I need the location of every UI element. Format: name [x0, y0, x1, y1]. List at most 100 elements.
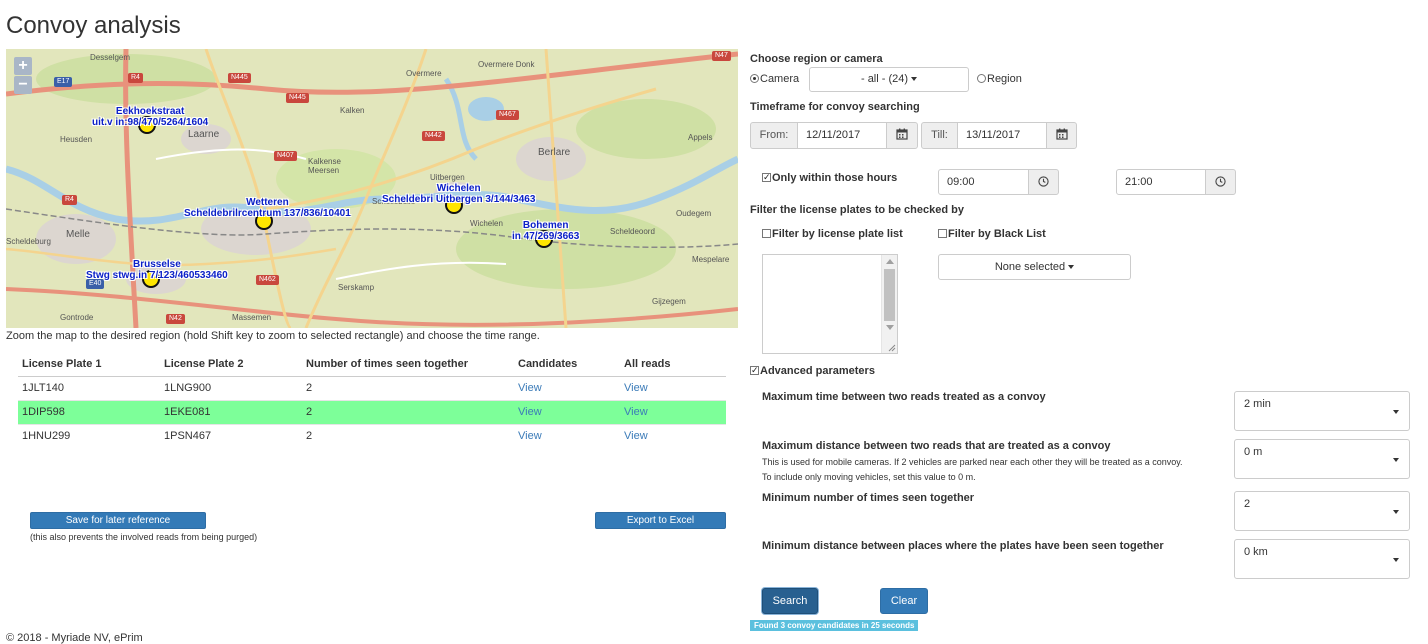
place-label: Uitbergen	[430, 173, 465, 182]
hour-to-clock-button[interactable]	[1205, 169, 1236, 195]
camera-label[interactable]: Eekhoekstraat uit.v in:98/470/5264/1604	[92, 106, 208, 128]
status-badge: Found 3 convoy candidates in 25 seconds	[750, 620, 919, 631]
place-label: Massemen	[232, 313, 272, 322]
table-row[interactable]: 1DIP598 1EKE081 2 View View	[18, 399, 726, 424]
max-distance-select[interactable]: 0 m	[1234, 439, 1410, 479]
map-view[interactable]: + − Desselgem Overmere Overmere Donk Kal…	[6, 49, 738, 328]
min-times-select[interactable]: 2	[1234, 491, 1410, 531]
caret-down-icon	[1393, 458, 1399, 462]
resize-handle-icon[interactable]	[888, 344, 896, 352]
view-reads-link[interactable]: View	[624, 382, 648, 394]
place-label: Kalkense Meersen	[308, 157, 341, 175]
filter-label: Filter the license plates to be checked …	[750, 204, 964, 216]
road-badge: N442	[422, 131, 445, 141]
choose-region-label: Choose region or camera	[750, 53, 883, 65]
camera-radio[interactable]: Camera	[750, 73, 799, 85]
road-badge: R4	[128, 73, 143, 83]
place-label: Kalken	[340, 106, 365, 115]
place-label: Mespelare	[692, 255, 730, 264]
table-row[interactable]: 1JLT140 1LNG900 2 View View	[18, 375, 726, 400]
camera-label[interactable]: Brusselse Stwg stwg.in 7/123/460533460	[86, 259, 228, 281]
textarea-scrollbar[interactable]	[881, 255, 897, 353]
view-candidates-link[interactable]: View	[518, 430, 542, 442]
till-calendar-button[interactable]	[1046, 122, 1077, 149]
place-label: Desselgem	[90, 53, 131, 62]
max-time-label: Maximum time between two reads treated a…	[762, 391, 1046, 403]
scroll-up-icon[interactable]	[886, 259, 894, 264]
advanced-checkbox[interactable]: Advanced parameters	[750, 365, 875, 377]
road-badge: E17	[54, 77, 73, 87]
search-button[interactable]: Search	[762, 588, 818, 614]
camera-label[interactable]: Bohemen in 47/269/3663	[512, 220, 579, 242]
till-label: Till:	[921, 122, 958, 149]
road-badge: R4	[62, 195, 77, 205]
caret-down-icon	[1393, 558, 1399, 562]
max-time-select[interactable]: 2 min	[1234, 391, 1410, 431]
plate-list-textarea[interactable]	[762, 254, 898, 354]
camera-label[interactable]: Wetteren Scheldebrilrcentrum 137/836/104…	[184, 197, 351, 219]
place-label: Heusden	[60, 135, 93, 144]
till-date-input[interactable]: 13/11/2017	[957, 122, 1047, 149]
count-cell: 2	[302, 399, 514, 424]
plate1-cell: 1JLT140	[18, 375, 160, 400]
plate1-cell: 1HNU299	[18, 423, 160, 448]
max-distance-note: This is used for mobile cameras. If 2 ve…	[762, 457, 1183, 467]
road-badge: N445	[286, 93, 309, 103]
hour-to-input[interactable]: 21:00	[1116, 169, 1206, 195]
page-title: Convoy analysis	[6, 12, 181, 39]
calendar-icon	[1055, 128, 1068, 140]
checkbox-checked-icon	[762, 173, 771, 182]
table-row[interactable]: 1HNU299 1PSN467 2 View View	[18, 423, 726, 448]
from-label: From:	[750, 122, 798, 149]
place-label: Laarne	[188, 129, 220, 140]
column-header: License Plate 1	[18, 352, 160, 377]
view-candidates-link[interactable]: View	[518, 382, 542, 394]
place-label: Scheldeoord	[610, 227, 655, 236]
export-excel-button[interactable]: Export to Excel	[595, 512, 726, 529]
from-calendar-button[interactable]	[886, 122, 918, 149]
clock-icon	[1215, 176, 1226, 187]
count-cell: 2	[302, 375, 514, 400]
zoom-in-button[interactable]: +	[14, 57, 32, 75]
place-label: Scheldeburg	[6, 237, 51, 246]
radio-on-icon	[750, 74, 759, 83]
view-reads-link[interactable]: View	[624, 430, 648, 442]
road-badge: N467	[496, 110, 519, 120]
filter-plate-list-checkbox[interactable]: Filter by license plate list	[762, 228, 903, 240]
camera-dropdown[interactable]: - all - (24)	[809, 67, 969, 92]
map-hint: Zoom the map to the desired region (hold…	[6, 330, 540, 342]
min-distance-select[interactable]: 0 km	[1234, 539, 1410, 579]
count-cell: 2	[302, 423, 514, 448]
filter-black-list-checkbox[interactable]: Filter by Black List	[938, 228, 1046, 240]
timeframe-label: Timeframe for convoy searching	[750, 101, 920, 113]
place-label: Wichelen	[470, 219, 503, 228]
road-badge: N42	[166, 314, 185, 324]
black-list-dropdown[interactable]: None selected	[938, 254, 1131, 280]
table-header-row: License Plate 1 License Plate 2 Number o…	[18, 352, 726, 377]
view-reads-link[interactable]: View	[624, 406, 648, 418]
radio-off-icon	[977, 74, 986, 83]
scroll-thumb[interactable]	[884, 269, 895, 321]
max-distance-note: To include only moving vehicles, set thi…	[762, 472, 976, 482]
plate1-cell: 1DIP598	[18, 399, 160, 424]
zoom-out-button[interactable]: −	[14, 76, 32, 94]
hour-from-clock-button[interactable]	[1028, 169, 1059, 195]
camera-label[interactable]: Wichelen Scheldebri Uitbergen 3/144/3463	[382, 183, 535, 205]
caret-down-icon	[1393, 410, 1399, 414]
hours-checkbox[interactable]: Only within those hours	[762, 172, 897, 184]
road-badge: N407	[274, 151, 297, 161]
view-candidates-link[interactable]: View	[518, 406, 542, 418]
place-label: Gijzegem	[652, 297, 686, 306]
scroll-down-icon[interactable]	[886, 325, 894, 330]
column-header: License Plate 2	[160, 352, 302, 377]
region-radio[interactable]: Region	[977, 73, 1022, 85]
column-header: Number of times seen together	[302, 352, 514, 377]
hour-from-input[interactable]: 09:00	[938, 169, 1029, 195]
min-times-label: Minimum number of times seen together	[762, 492, 975, 504]
caret-down-icon	[1068, 265, 1075, 269]
column-header: Candidates	[514, 352, 620, 377]
from-date-input[interactable]: 12/11/2017	[797, 122, 887, 149]
place-label: Berlare	[538, 147, 571, 158]
clear-button[interactable]: Clear	[880, 588, 928, 614]
save-reference-button[interactable]: Save for later reference	[30, 512, 206, 529]
